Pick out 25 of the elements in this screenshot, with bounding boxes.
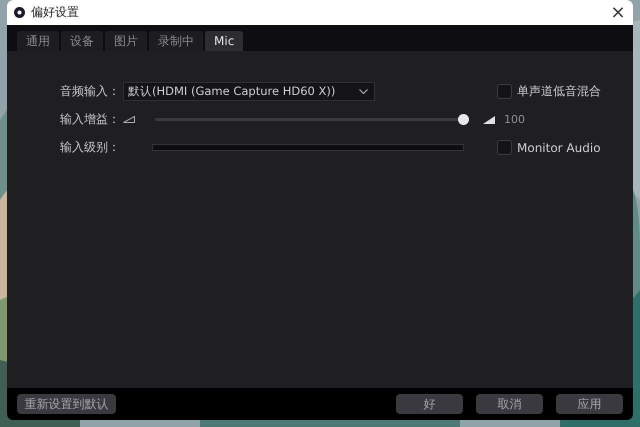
field-label: 输入增益： [60,111,121,128]
dialog-button[interactable]: 应用 [556,394,623,414]
tab[interactable]: Mic [205,31,244,51]
reset-button[interactable]: 重新设置到默认 [17,394,116,414]
audio-input-dropdown[interactable]: 默认(HDMI (Game Capture HD60 X)) [123,82,375,101]
gain-value: 100 [504,113,526,126]
dialog-button[interactable]: 取消 [476,394,543,414]
tab[interactable]: 通用 [17,31,59,51]
slider-thumb[interactable] [458,114,469,125]
chevron-down-icon [359,89,368,94]
checkbox-label: Monitor Audio [517,140,601,154]
window-title: 偏好设置 [31,4,79,21]
checkbox[interactable] [497,84,512,99]
volume-high-icon [483,116,495,124]
checkbox[interactable] [497,140,512,155]
tab[interactable]: 录制中 [149,31,203,51]
close-button[interactable]: × [603,0,633,25]
field-label: 音频输入： [60,83,121,100]
app-logo-icon [14,7,25,18]
volume-low-icon [123,116,135,123]
checkbox-label: 单声道低音混合 [517,83,601,100]
dialog-button[interactable]: 好 [396,394,463,414]
tab[interactable]: 设备 [61,31,103,51]
tab[interactable]: 图片 [105,31,147,51]
field-label: 输入级别： [60,139,121,156]
